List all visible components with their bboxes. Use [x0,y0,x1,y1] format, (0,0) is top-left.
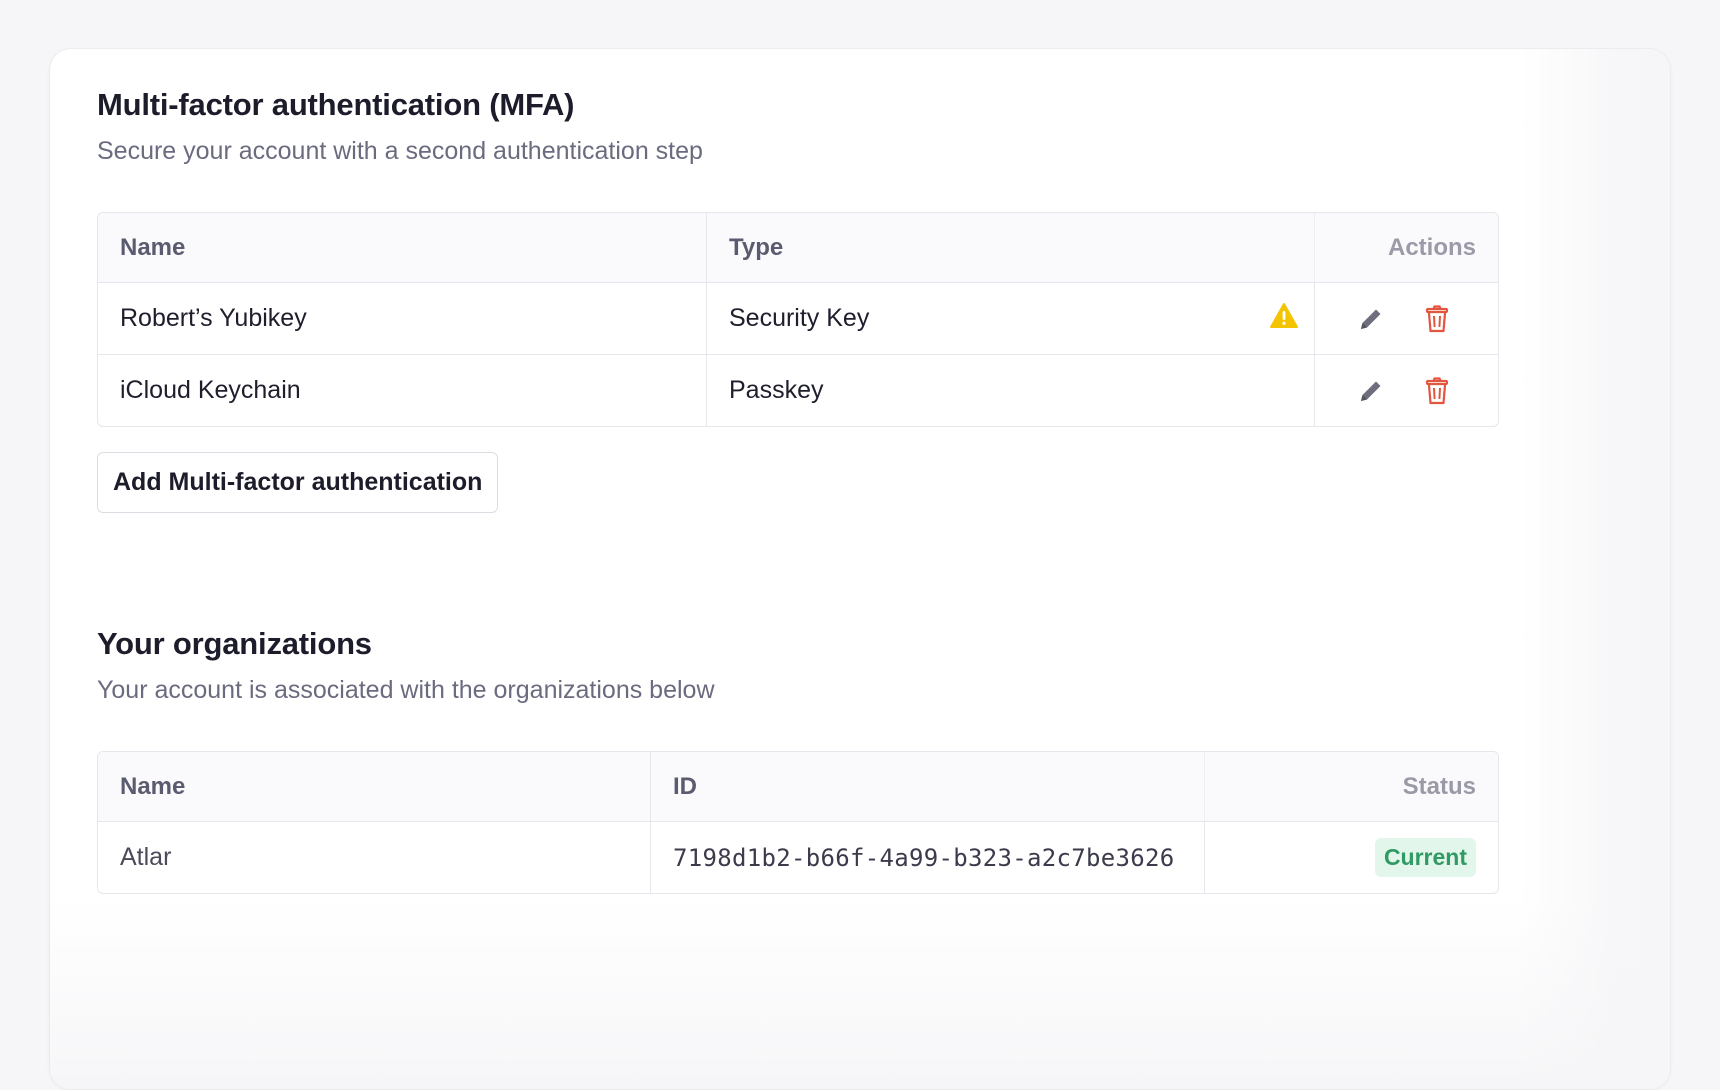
mfa-row-name: iCloud Keychain [120,376,301,404]
mfa-row-actions [1314,355,1498,426]
organizations-table: Name ID Status Atlar 7198d1b2-b66f-4a99-… [97,751,1499,894]
settings-card: Multi-factor authentication (MFA) Secure… [49,48,1671,1090]
organization-row-id: 7198d1b2-b66f-4a99-b323-a2c7be3626 [650,822,1204,893]
table-row: Robert’s Yubikey Security Key [98,282,1498,354]
mfa-row-type: Security Key [729,304,870,332]
mfa-column-actions: Actions [1314,213,1498,282]
organizations-column-id[interactable]: ID [650,752,1204,821]
organization-row-name: Atlar [120,843,172,871]
mfa-row-actions [1314,283,1498,354]
mfa-table-header: Name Type Actions [98,213,1498,282]
organizations-subtitle: Your account is associated with the orga… [97,676,715,704]
mfa-row-type-cell: Security Key [706,283,1314,354]
mfa-section-header: Multi-factor authentication (MFA) Secure… [97,87,1657,166]
add-mfa-button[interactable]: Add Multi-factor authentication [97,452,499,513]
organizations-section-header: Your organizations Your account is assoc… [97,626,1657,705]
status-badge: Current [1374,838,1476,877]
mfa-row-type: Passkey [706,355,1314,426]
pencil-icon[interactable] [1351,371,1391,411]
trash-icon[interactable] [1417,299,1457,339]
organization-row-status-cell: Current [1204,822,1498,893]
table-row[interactable]: Atlar 7198d1b2-b66f-4a99-b323-a2c7be3626… [98,821,1498,893]
pencil-icon[interactable] [1351,299,1391,339]
mfa-column-type[interactable]: Type [706,213,1314,282]
mfa-column-name[interactable]: Name [98,213,706,282]
mfa-table: Name Type Actions Robert’s Yubikey Secur… [97,212,1499,427]
organizations-title: Your organizations [97,626,372,661]
warning-triangle-icon[interactable] [1270,302,1298,335]
mfa-subtitle: Secure your account with a second authen… [97,137,703,165]
organizations-column-name[interactable]: Name [98,752,650,821]
mfa-title: Multi-factor authentication (MFA) [97,87,575,122]
trash-icon[interactable] [1417,371,1457,411]
table-row: iCloud Keychain Passkey [98,354,1498,426]
organizations-column-status: Status [1204,752,1498,821]
organizations-table-header: Name ID Status [98,752,1498,821]
mfa-row-name: Robert’s Yubikey [120,304,307,332]
bottom-edge-fade [50,899,1670,1089]
right-edge-fade [1520,49,1670,1089]
